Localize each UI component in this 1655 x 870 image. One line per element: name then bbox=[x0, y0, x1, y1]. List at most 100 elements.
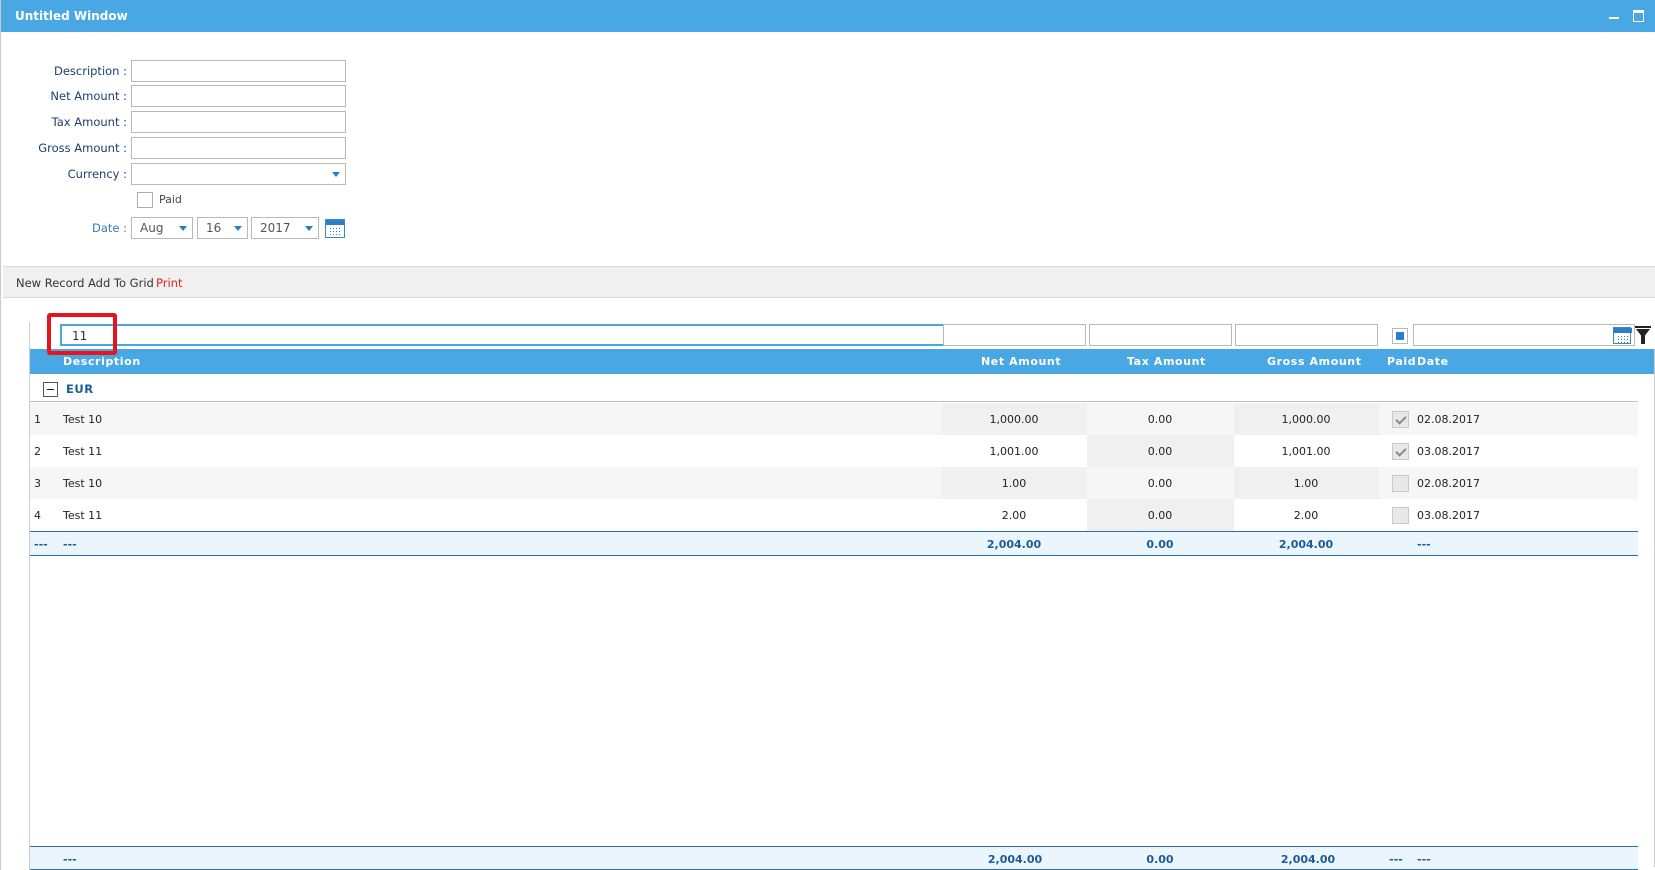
calendar-icon[interactable] bbox=[325, 219, 345, 238]
currency-label: Currency : bbox=[67, 167, 127, 181]
col-gross-amount[interactable]: Gross Amount bbox=[1267, 355, 1362, 368]
gross-amount-field[interactable] bbox=[131, 137, 346, 159]
row-index: 1 bbox=[34, 413, 41, 426]
gross-amount-filter-input[interactable] bbox=[1235, 324, 1378, 346]
dropdown-caret-icon bbox=[234, 226, 242, 231]
dropdown-caret-icon bbox=[332, 172, 340, 177]
total-net-amount: 2,004.00 bbox=[987, 853, 1043, 866]
net-amount-filter-input[interactable] bbox=[943, 324, 1086, 346]
col-net-amount[interactable]: Net Amount bbox=[981, 355, 1061, 368]
paid-checkbox[interactable] bbox=[1392, 443, 1409, 460]
date-day-value: 16 bbox=[206, 221, 222, 235]
cell-net-amount: 1,000.00 bbox=[989, 413, 1039, 426]
gross-amount-label: Gross Amount : bbox=[38, 141, 127, 155]
table-row[interactable]: 1 Test 10 1,000.00 0.00 1,000.00 02.08.2… bbox=[30, 403, 1638, 435]
row-index: 2 bbox=[34, 445, 41, 458]
date-year-select[interactable]: 2017 bbox=[251, 217, 319, 239]
description-field[interactable] bbox=[131, 60, 346, 82]
date-month-select[interactable]: Aug bbox=[131, 217, 193, 239]
date-label: Date : bbox=[91, 221, 127, 235]
filter-row bbox=[30, 322, 1655, 349]
minimize-icon[interactable] bbox=[1607, 7, 1621, 21]
summary-index: --- bbox=[34, 538, 48, 551]
date-year-value: 2017 bbox=[260, 221, 291, 235]
date-day-select[interactable]: 16 bbox=[197, 217, 248, 239]
cell-date: 03.08.2017 bbox=[1417, 509, 1480, 522]
col-description[interactable]: Description bbox=[63, 355, 141, 368]
cell-gross-amount: 2.00 bbox=[1293, 509, 1319, 522]
cell-gross-amount: 1,000.00 bbox=[1281, 413, 1331, 426]
group-summary-row: --- --- 2,004.00 0.00 2,004.00 --- bbox=[30, 531, 1638, 556]
cell-tax-amount: 0.00 bbox=[1147, 477, 1173, 490]
summary-gross-amount: 2,004.00 bbox=[1278, 538, 1334, 551]
row-index: 3 bbox=[34, 477, 41, 490]
description-filter-input[interactable] bbox=[60, 324, 967, 346]
date-filter-input[interactable] bbox=[1413, 324, 1635, 346]
paid-checkbox[interactable] bbox=[1392, 507, 1409, 524]
grid-header: Description Net Amount Tax Amount Gross … bbox=[30, 349, 1655, 374]
net-amount-field[interactable] bbox=[131, 85, 346, 107]
summary-tax-amount: 0.00 bbox=[1146, 538, 1174, 551]
total-tax-amount: 0.00 bbox=[1146, 853, 1174, 866]
total-gross-amount: 2,004.00 bbox=[1280, 853, 1336, 866]
collapse-icon[interactable] bbox=[43, 382, 58, 397]
paid-checkbox[interactable] bbox=[137, 192, 153, 208]
dropdown-caret-icon bbox=[179, 226, 187, 231]
cell-net-amount: 2.00 bbox=[1001, 509, 1027, 522]
calendar-icon[interactable] bbox=[1613, 327, 1632, 344]
cell-net-amount: 1,001.00 bbox=[989, 445, 1039, 458]
cell-gross-amount: 1.00 bbox=[1293, 477, 1319, 490]
add-to-grid-button[interactable]: Add To Grid bbox=[88, 276, 154, 290]
cell-tax-amount: 0.00 bbox=[1147, 445, 1173, 458]
col-date[interactable]: Date bbox=[1417, 355, 1449, 368]
cell-date: 03.08.2017 bbox=[1417, 445, 1480, 458]
table-row[interactable]: 2 Test 11 1,001.00 0.00 1,001.00 03.08.2… bbox=[30, 435, 1638, 467]
tax-amount-label: Tax Amount : bbox=[51, 115, 127, 129]
summary-description: --- bbox=[63, 538, 77, 551]
title-bar: Untitled Window bbox=[1, 0, 1655, 32]
data-grid: Description Net Amount Tax Amount Gross … bbox=[29, 322, 1655, 870]
group-row: EUR bbox=[30, 374, 1638, 402]
currency-select[interactable] bbox=[131, 163, 346, 185]
cell-gross-amount: 1,001.00 bbox=[1281, 445, 1331, 458]
cell-date: 02.08.2017 bbox=[1417, 413, 1480, 426]
tax-amount-field[interactable] bbox=[131, 111, 346, 133]
total-date: --- bbox=[1417, 853, 1431, 866]
paid-checkbox[interactable] bbox=[1392, 475, 1409, 492]
table-row[interactable]: 3 Test 10 1.00 0.00 1.00 02.08.2017 bbox=[30, 467, 1638, 499]
summary-net-amount: 2,004.00 bbox=[986, 538, 1042, 551]
app-window: Untitled Window Description : Net Amount… bbox=[0, 0, 1655, 870]
total-description: --- bbox=[63, 853, 77, 866]
cell-description: Test 11 bbox=[63, 445, 103, 458]
col-tax-amount[interactable]: Tax Amount bbox=[1127, 355, 1206, 368]
cell-description: Test 10 bbox=[63, 477, 103, 490]
summary-date: --- bbox=[1417, 538, 1431, 551]
toolbar: New Record Add To Grid Print bbox=[3, 266, 1655, 298]
tax-amount-filter-input[interactable] bbox=[1089, 324, 1232, 346]
highlight-box bbox=[47, 313, 117, 355]
cell-tax-amount: 0.00 bbox=[1147, 509, 1173, 522]
date-month-value: Aug bbox=[140, 221, 164, 235]
print-button[interactable]: Print bbox=[156, 276, 182, 290]
cell-description: Test 10 bbox=[63, 413, 103, 426]
total-summary-row: --- 2,004.00 0.00 2,004.00 --- --- bbox=[30, 846, 1638, 870]
cell-tax-amount: 0.00 bbox=[1147, 413, 1173, 426]
total-paid: --- bbox=[1389, 853, 1403, 866]
table-row[interactable]: 4 Test 11 2.00 0.00 2.00 03.08.2017 bbox=[30, 499, 1638, 531]
description-label: Description : bbox=[53, 64, 127, 78]
dropdown-caret-icon bbox=[305, 226, 313, 231]
paid-checkbox[interactable] bbox=[1392, 411, 1409, 428]
cell-description: Test 11 bbox=[63, 509, 103, 522]
new-record-button[interactable]: New Record bbox=[16, 276, 84, 290]
paid-filter-checkbox[interactable] bbox=[1392, 328, 1408, 344]
paid-label: Paid bbox=[159, 193, 182, 206]
window-title: Untitled Window bbox=[15, 9, 128, 23]
net-amount-label: Net Amount : bbox=[50, 89, 127, 103]
filter-icon[interactable] bbox=[1635, 326, 1651, 344]
group-label: EUR bbox=[66, 382, 94, 396]
cell-date: 02.08.2017 bbox=[1417, 477, 1480, 490]
maximize-icon[interactable] bbox=[1631, 7, 1645, 22]
row-index: 4 bbox=[34, 509, 41, 522]
col-paid[interactable]: Paid bbox=[1387, 355, 1416, 368]
cell-net-amount: 1.00 bbox=[1001, 477, 1027, 490]
